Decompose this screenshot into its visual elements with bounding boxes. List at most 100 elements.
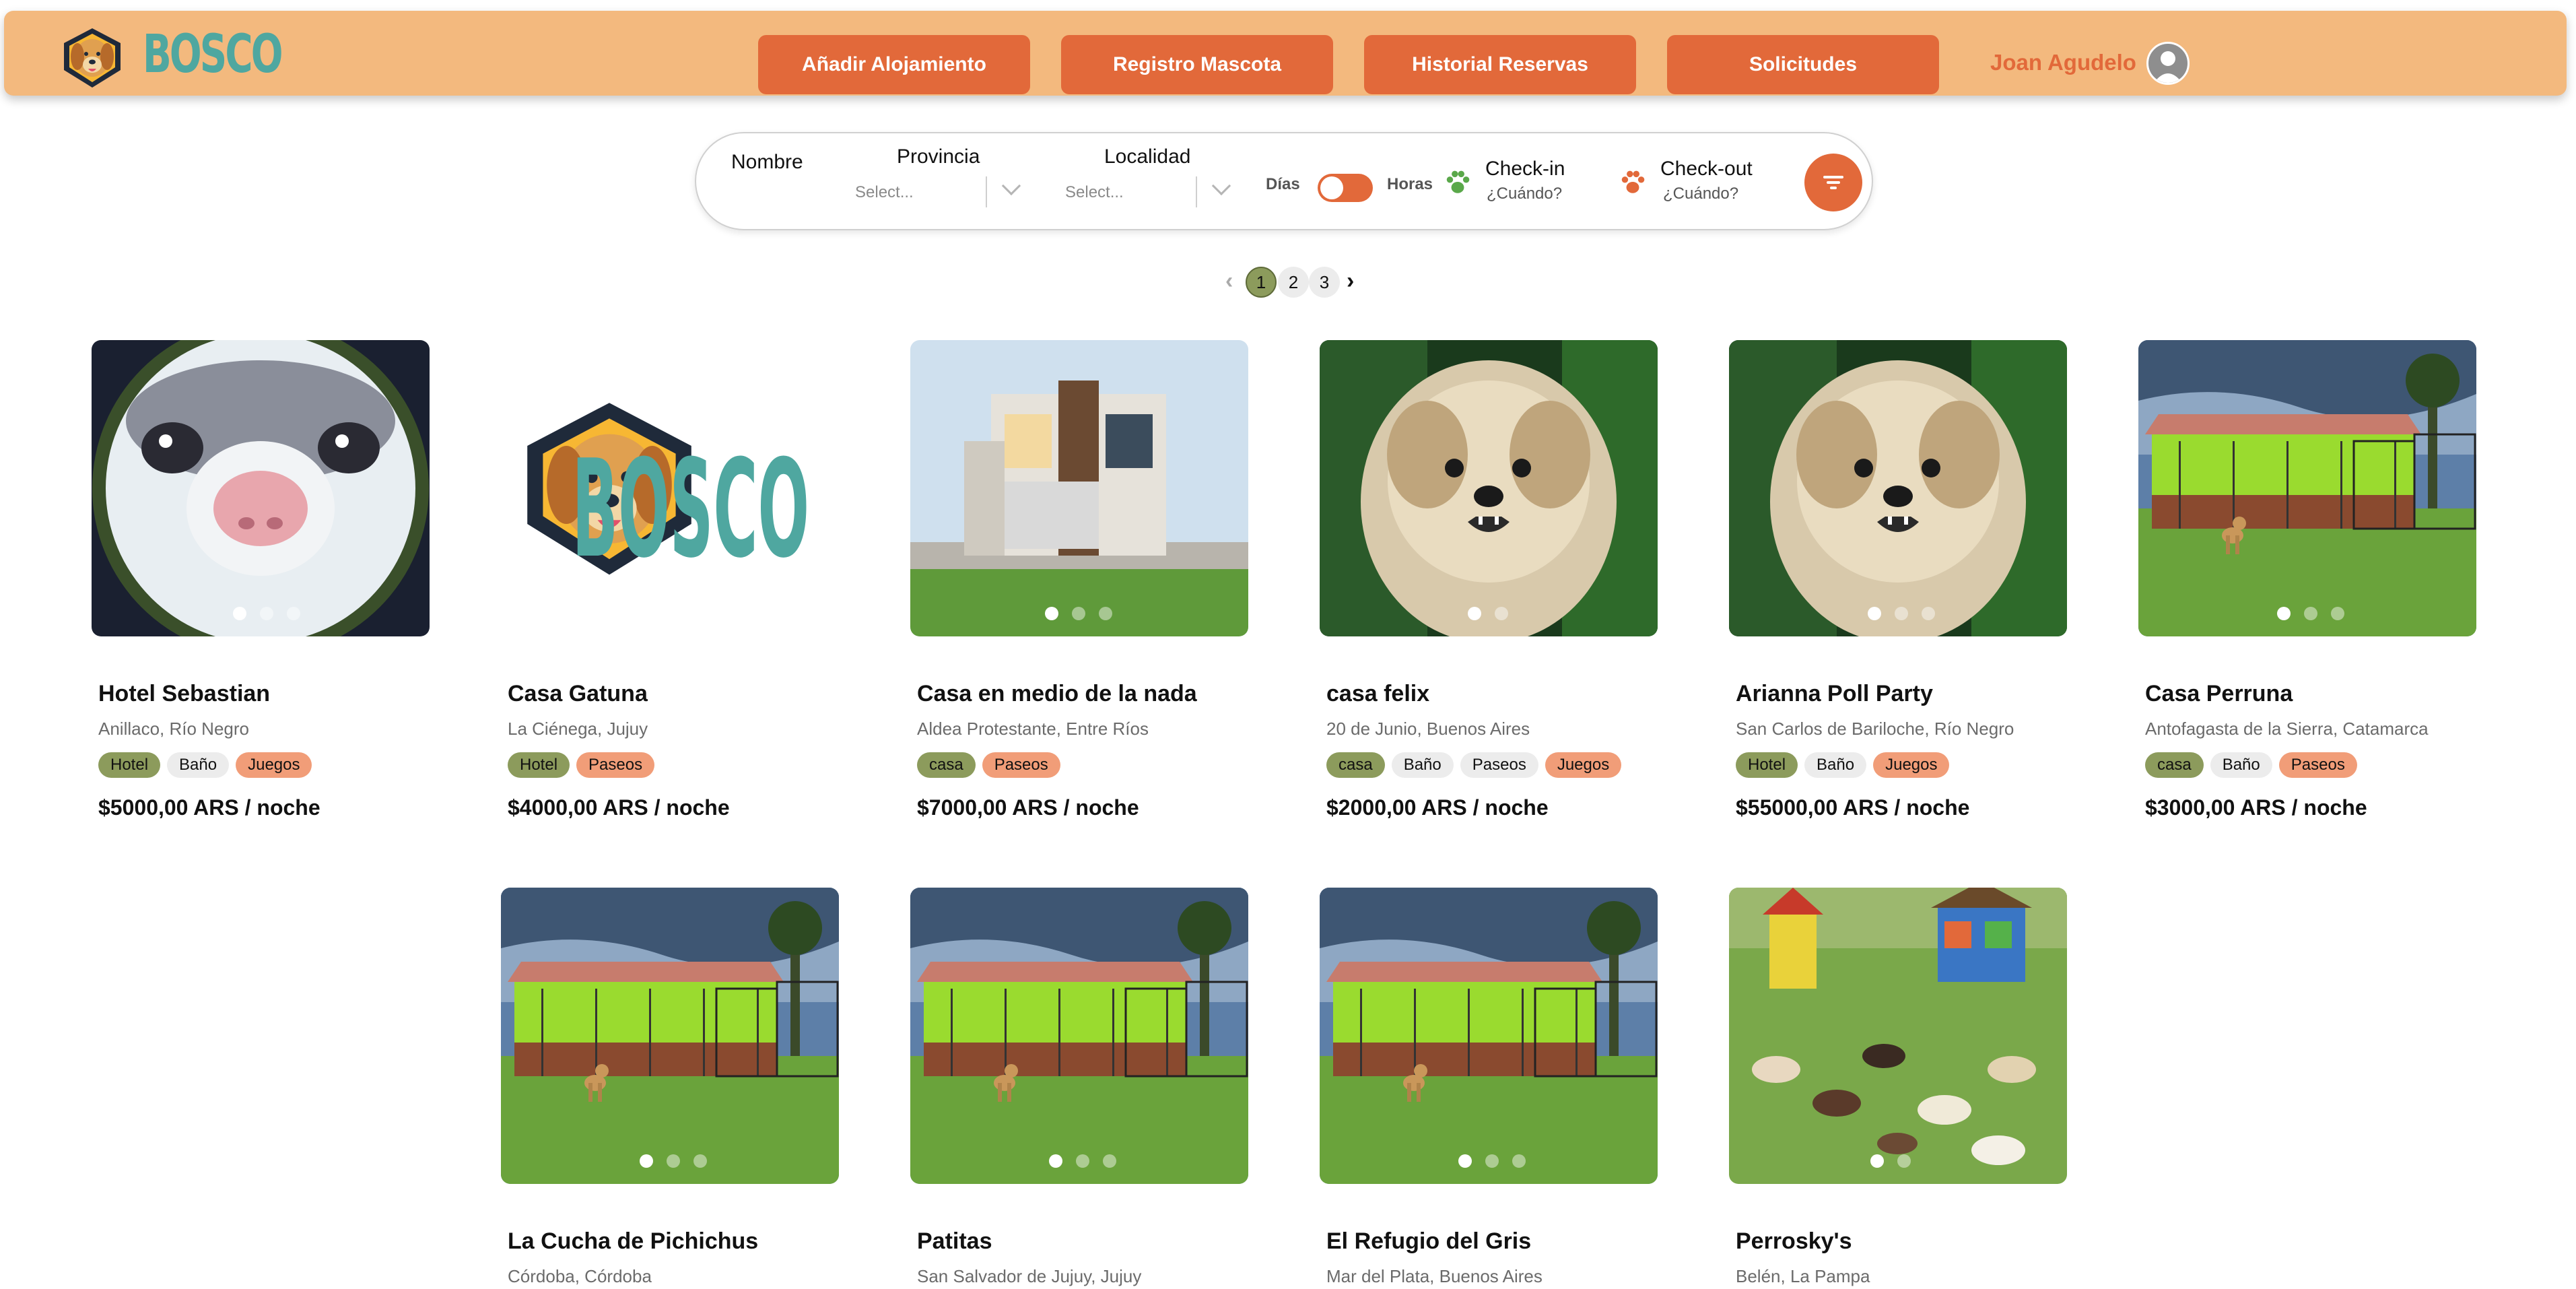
listing-image[interactable] [92,340,430,636]
carousel-dot[interactable] [1103,1154,1116,1168]
carousel-dot[interactable] [1512,1154,1526,1168]
tag: Paseos [1460,752,1538,778]
carousel-dot[interactable] [693,1154,707,1168]
carousel-dot[interactable] [1076,1154,1089,1168]
brand-logo[interactable]: BOSCO [42,23,283,90]
tag: Juegos [1873,752,1950,778]
listing-card[interactable]: Arianna Poll Party San Carlos de Bariloc… [1729,340,2067,820]
listing-image[interactable] [1320,340,1658,636]
listing-card[interactable]: BOSCO Casa Gatuna La Ciénega, Jujuy Hote… [501,340,839,820]
booking-history-button[interactable]: Historial Reservas [1364,35,1636,94]
filter-button[interactable] [1804,154,1862,211]
register-pet-button[interactable]: Registro Mascota [1061,35,1333,94]
checkin-label[interactable]: Check-in [1485,158,1565,180]
carousel-dot[interactable] [1045,607,1058,620]
listing-title[interactable]: Hotel Sebastian [98,681,270,707]
listing-title[interactable]: La Cucha de Pichichus [508,1228,758,1255]
carousel-dot[interactable] [640,1154,653,1168]
listing-card[interactable]: Hotel Sebastian Anillaco, Río Negro Hote… [92,340,430,820]
listing-image[interactable] [2138,340,2476,636]
listing-title[interactable]: Arianna Poll Party [1736,681,1933,707]
checkin-value[interactable]: ¿Cuándo? [1487,185,1562,203]
carousel-dot[interactable] [287,607,300,620]
kennel-image [2138,340,2476,636]
listing-title[interactable]: Perrosky's [1736,1228,1852,1255]
listing-card[interactable]: Casa Perruna Antofagasta de la Sierra, C… [2138,340,2476,820]
listing-card[interactable]: Casa en medio de la nada Aldea Protestan… [910,340,1248,820]
locality-chevron-down-icon[interactable] [1211,176,1231,196]
listing-image[interactable] [501,888,839,1184]
listing-card[interactable]: Patitas San Salvador de Jujuy, Jujuy [910,888,1248,1286]
tag: casa [2145,752,2204,778]
carousel-dot[interactable] [233,607,246,620]
listing-image[interactable] [1729,888,2067,1184]
listing-title[interactable]: Patitas [917,1228,992,1255]
province-chevron-down-icon[interactable] [1001,176,1021,196]
name-label[interactable]: Nombre [731,151,803,174]
listing-price: $2000,00 ARS / noche [1326,795,1549,820]
locality-separator [1196,176,1197,207]
carousel-dot[interactable] [1870,1154,1884,1168]
page-1-button[interactable]: 1 [1246,267,1277,298]
listing-title[interactable]: casa felix [1326,681,1429,707]
page-3-button[interactable]: 3 [1309,267,1340,298]
carousel-dot[interactable] [1485,1154,1499,1168]
carousel-dot[interactable] [260,607,273,620]
tag: Hotel [98,752,161,778]
carousel-dot[interactable] [2277,607,2291,620]
tag: Baño [2210,752,2272,778]
tag: Hotel [1736,752,1798,778]
listing-image[interactable] [910,340,1248,636]
checkout-label[interactable]: Check-out [1660,158,1753,180]
requests-button[interactable]: Solicitudes [1667,35,1939,94]
province-label: Provincia [897,145,980,168]
dog-logo-icon [64,28,121,88]
prev-page-chevron-icon[interactable]: ‹ [1225,268,1233,294]
next-page-chevron-icon[interactable]: › [1347,268,1354,294]
carousel-dot[interactable] [2331,607,2344,620]
listing-location: Belén, La Pampa [1736,1266,1870,1286]
search-bar: Nombre Provincia Select... Localidad Sel… [695,132,1873,230]
carousel-dot[interactable] [667,1154,680,1168]
user-avatar-icon[interactable] [2146,42,2190,85]
tag: casa [1326,752,1385,778]
add-accommodation-button[interactable]: Añadir Alojamiento [758,35,1030,94]
bosco-logo-image: BOSCO [501,340,839,636]
carousel-dot[interactable] [1072,607,1085,620]
carousel-dot[interactable] [1897,1154,1911,1168]
listing-title[interactable]: Casa en medio de la nada [917,681,1197,707]
listing-image[interactable]: BOSCO [501,340,839,636]
listing-card[interactable]: Perrosky's Belén, La Pampa [1729,888,2067,1286]
carousel-dot[interactable] [1895,607,1908,620]
listing-card[interactable]: La Cucha de Pichichus Córdoba, Córdoba [501,888,839,1286]
listing-card[interactable]: casa felix 20 de Junio, Buenos Aires cas… [1320,340,1658,820]
listing-image[interactable] [1729,340,2067,636]
carousel-dot[interactable] [1868,607,1881,620]
listing-image[interactable] [1320,888,1658,1184]
checkout-value[interactable]: ¿Cuándo? [1663,185,1738,203]
page-2-button[interactable]: 2 [1278,267,1309,298]
listing-title[interactable]: Casa Perruna [2145,681,2293,707]
listing-title[interactable]: El Refugio del Gris [1326,1228,1531,1255]
carousel-dot[interactable] [1049,1154,1062,1168]
listing-tags: Hotel Baño Juegos [98,752,312,778]
carousel-dot[interactable] [1495,607,1508,620]
user-name[interactable]: Joan Agudelo [1990,50,2136,75]
listing-location: Antofagasta de la Sierra, Catamarca [2145,719,2429,739]
tag: Baño [1804,752,1867,778]
locality-select[interactable]: Select... [1065,183,1124,202]
tag: Paseos [982,752,1060,778]
listing-image[interactable] [910,888,1248,1184]
carousel-dot[interactable] [1458,1154,1472,1168]
days-label: Días [1266,175,1300,193]
carousel-dot[interactable] [1922,607,1935,620]
listing-title[interactable]: Casa Gatuna [508,681,648,707]
carousel-dot[interactable] [1468,607,1481,620]
carousel-dot[interactable] [1099,607,1112,620]
listing-card[interactable]: El Refugio del Gris Mar del Plata, Bueno… [1320,888,1658,1286]
days-hours-toggle[interactable] [1318,174,1373,202]
province-select[interactable]: Select... [855,183,914,202]
filter-icon [1823,176,1843,189]
carousel-dot[interactable] [2304,607,2317,620]
tag: Baño [1391,752,1454,778]
